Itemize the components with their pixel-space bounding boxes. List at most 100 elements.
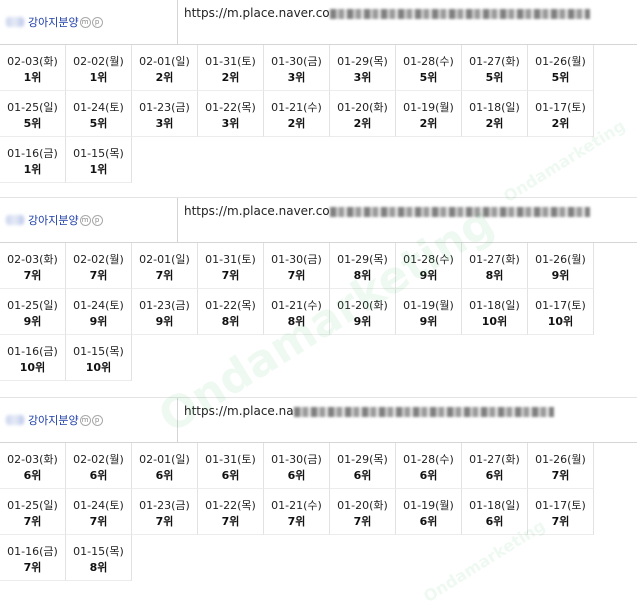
rank-cell: 01-15(목) 1위 [66,137,132,183]
rank-cell: 01-21(수) 2위 [264,91,330,137]
rank-value: 9위 [419,315,438,328]
rank-value: 8위 [287,315,306,328]
rank-value: 8위 [353,269,372,282]
rank-cell: 01-26(월) 7위 [528,443,594,489]
rank-date: 02-01(일) [139,253,190,266]
rank-date: 01-15(목) [73,345,124,358]
pc-badge-icon[interactable]: p [91,414,103,426]
redacted-url [329,8,590,19]
rank-cell: 01-19(월) 9위 [396,289,462,335]
rank-date: 01-19(월) [403,499,454,512]
rank-date: 01-20(화) [337,299,388,312]
rank-cell: 01-29(목) 8위 [330,243,396,289]
rank-date: 02-02(월) [73,453,124,466]
rank-date: 01-15(목) [73,545,124,558]
rank-value: 8위 [485,269,504,282]
rank-value: 7위 [23,515,42,528]
rank-value: 6위 [485,469,504,482]
block-header: 강아지분양 m p https://m.place.naver.co [0,0,637,45]
rank-value: 9위 [419,269,438,282]
mobile-badge-icon[interactable]: m [79,414,91,426]
keyword-link[interactable]: 강아지분양 [28,212,79,228]
rank-date: 01-26(월) [535,453,586,466]
rank-row: 01-16(금) 1위 01-15(목) 1위 [0,137,637,183]
rank-date: 01-16(금) [7,345,58,358]
rank-row: 02-03(화) 1위 02-02(월) 1위 02-01(일) 2위 01-31(토) 2위… [0,45,637,91]
rank-cell: 01-21(수) 8위 [264,289,330,335]
redacted-text [6,215,24,225]
rank-cell: 01-29(목) 6위 [330,443,396,489]
rank-date: 01-18(일) [469,101,520,114]
rank-value: 2위 [155,71,174,84]
rank-cell: 01-24(토) 5위 [66,91,132,137]
url-text[interactable]: https://m.place.naver.co [184,204,330,218]
mobile-badge-icon[interactable]: m [79,16,91,28]
rank-date: 01-24(토) [73,299,124,312]
rank-cell: 02-02(월) 6위 [66,443,132,489]
rank-date: 01-28(수) [403,55,454,68]
url-text[interactable]: https://m.place.na [184,404,294,418]
rank-value: 9위 [89,315,108,328]
rank-cell: 01-26(월) 9위 [528,243,594,289]
rank-value: 1위 [23,71,42,84]
rank-value: 9위 [353,315,372,328]
rank-date: 01-18(일) [469,499,520,512]
rank-date: 01-22(목) [205,499,256,512]
pc-badge-icon[interactable]: p [91,214,103,226]
rank-cell: 01-23(금) 7위 [132,489,198,535]
block-header: 강아지분양 m p https://m.place.na [0,397,637,443]
rank-value: 7위 [155,269,174,282]
keyword-link[interactable]: 강아지분양 [28,14,79,30]
url-text[interactable]: https://m.place.naver.co [184,6,330,20]
rank-cell: 01-20(화) 2위 [330,91,396,137]
rank-value: 2위 [287,117,306,130]
rank-cell: 01-19(월) 6위 [396,489,462,535]
rank-cell: 01-29(목) 3위 [330,45,396,91]
redacted-text [6,415,24,425]
rank-value: 10위 [481,315,508,328]
pc-badge-icon[interactable]: p [91,16,103,28]
rank-date: 01-19(월) [403,101,454,114]
block-header: 강아지분양 m p https://m.place.naver.co [0,197,637,243]
rank-row: 01-25(일) 9위 01-24(토) 9위 01-23(금) 9위 01-22(목) 8위… [0,289,637,335]
rank-date: 01-28(수) [403,253,454,266]
rank-date: 01-31(토) [205,453,256,466]
rank-date: 01-23(금) [139,499,190,512]
rank-cell: 01-20(화) 7위 [330,489,396,535]
redacted-text [6,17,24,27]
rank-cell: 01-28(수) 6위 [396,443,462,489]
rank-cell: 01-23(금) 9위 [132,289,198,335]
rank-value: 1위 [23,163,42,176]
rank-cell: 01-24(토) 7위 [66,489,132,535]
rank-value: 7위 [551,469,570,482]
rank-row: 01-25(일) 7위 01-24(토) 7위 01-23(금) 7위 01-22(목) 7위… [0,489,637,535]
rank-cell: 01-24(토) 9위 [66,289,132,335]
keyword-link[interactable]: 강아지분양 [28,412,79,428]
rank-cell: 01-21(수) 7위 [264,489,330,535]
rank-cell: 02-03(화) 7위 [0,243,66,289]
ranking-block-2: 강아지분양 m p https://m.place.naver.co 02-03… [0,197,637,381]
rank-cell: 01-30(금) 7위 [264,243,330,289]
rank-value: 6위 [221,469,240,482]
rank-date: 01-16(금) [7,147,58,160]
rank-cell: 01-25(일) 7위 [0,489,66,535]
rank-value: 7위 [23,561,42,574]
rank-row: 01-16(금) 7위 01-15(목) 8위 [0,535,637,581]
rank-cell: 02-03(화) 6위 [0,443,66,489]
rank-value: 5위 [419,71,438,84]
rank-date: 01-22(목) [205,299,256,312]
rank-value: 7위 [221,515,240,528]
rank-value: 2위 [551,117,570,130]
rank-date: 01-31(토) [205,55,256,68]
mobile-badge-icon[interactable]: m [79,214,91,226]
rank-grid: 02-03(화) 6위 02-02(월) 6위 02-01(일) 6위 01-31(토) 6위… [0,443,637,581]
rank-date: 01-21(수) [271,499,322,512]
rank-cell: 01-17(토) 7위 [528,489,594,535]
rank-value: 6위 [485,515,504,528]
rank-cell: 02-01(일) 2위 [132,45,198,91]
rank-value: 2위 [419,117,438,130]
rank-cell: 01-27(화) 6위 [462,443,528,489]
rank-value: 3위 [353,71,372,84]
rank-date: 01-20(화) [337,101,388,114]
rank-cell: 01-22(목) 3위 [198,91,264,137]
